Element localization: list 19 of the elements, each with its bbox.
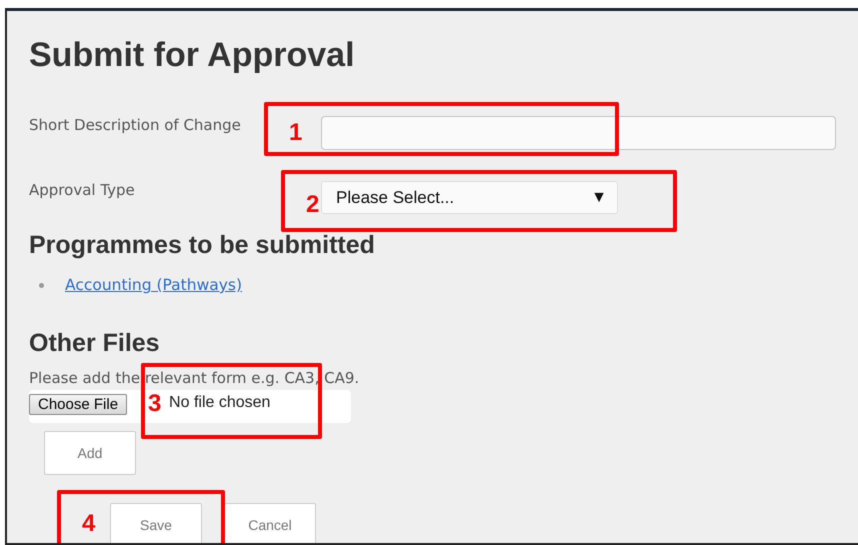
field-label: Approval Type [29, 181, 135, 199]
choose-file-button[interactable]: Choose File [29, 394, 128, 415]
callout-number: 2 [306, 192, 320, 218]
field-label: Short Description of Change [29, 116, 241, 134]
file-status: No file chosen [169, 394, 270, 412]
callout-number: 1 [289, 120, 302, 146]
callout-number: 4 [82, 511, 96, 537]
bullet-icon [39, 282, 44, 288]
programme-link[interactable]: Accounting (Pathways) [65, 275, 242, 295]
callout-number: 3 [148, 391, 162, 417]
section-heading: Other Files [29, 329, 160, 357]
add-button[interactable]: Add [44, 431, 136, 475]
page-title: Submit for Approval [29, 35, 355, 75]
hint-text: Please add the relevant form e.g. CA3, CA9. [29, 369, 360, 387]
cancel-button[interactable]: Cancel [224, 503, 316, 543]
save-button[interactable]: Save [110, 503, 202, 543]
dropdown[interactable]: Please Select... ▼ [321, 181, 618, 214]
input-field[interactable] [321, 116, 836, 150]
section-heading: Programmes to be submitted [29, 231, 375, 259]
